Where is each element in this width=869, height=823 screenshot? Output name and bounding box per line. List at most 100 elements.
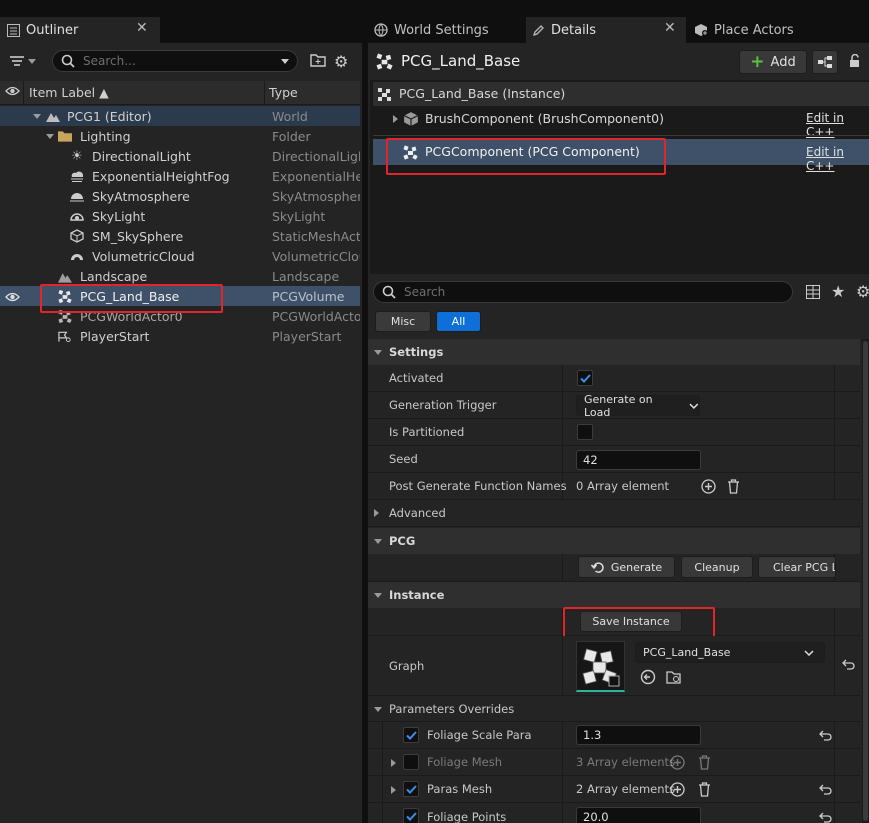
- tree-item-type: SkyLight: [272, 208, 326, 224]
- section-instance[interactable]: Instance: [368, 582, 860, 608]
- reset-to-default-icon[interactable]: [819, 784, 832, 799]
- search-history-chevron-icon[interactable]: [281, 59, 289, 64]
- foliage-points-input[interactable]: 20.0: [576, 807, 701, 823]
- prop-advanced[interactable]: Advanced: [368, 500, 860, 527]
- tree-row-playerstart[interactable]: PlayerStart PlayerStart: [0, 326, 360, 346]
- chevron-down-icon: [28, 58, 36, 64]
- tree-item-type: StaticMeshActor: [272, 228, 360, 244]
- directional-light-icon: ☀: [71, 148, 83, 164]
- tree-item-type: VolumetricCloud: [272, 248, 360, 264]
- section-pcg[interactable]: PCG: [368, 528, 860, 554]
- tree-row-lighting[interactable]: Lighting Folder: [0, 126, 360, 146]
- expand-arrow-icon[interactable]: [374, 509, 379, 517]
- override-checkbox[interactable]: [403, 727, 419, 743]
- collapse-arrow-icon[interactable]: [374, 593, 382, 598]
- add-component-button[interactable]: + Add: [739, 50, 807, 74]
- expand-arrow-icon[interactable]: [33, 114, 41, 119]
- tab-place-actors[interactable]: Place Actors: [688, 17, 869, 43]
- use-selected-asset-icon[interactable]: [640, 669, 656, 688]
- tab-details[interactable]: Details ✕: [526, 17, 686, 43]
- scrollbar-thumb[interactable]: [863, 341, 868, 821]
- trash-icon[interactable]: [698, 782, 711, 800]
- add-element-icon[interactable]: [670, 755, 685, 773]
- seed-input[interactable]: 42: [576, 450, 701, 470]
- filter-button[interactable]: [10, 52, 44, 70]
- expand-arrow-icon[interactable]: [391, 759, 396, 767]
- tab-world-settings[interactable]: World Settings: [368, 17, 524, 43]
- is-partitioned-checkbox[interactable]: [577, 424, 593, 440]
- array-count: 0 Array element: [576, 479, 670, 493]
- expand-arrow-icon[interactable]: [391, 786, 396, 794]
- component-row-brush[interactable]: BrushComponent (BrushComponent0) Edit in…: [373, 107, 869, 139]
- collapse-arrow-icon[interactable]: [374, 539, 382, 544]
- edit-in-cpp-link[interactable]: Edit in C++: [806, 145, 869, 173]
- settings-gear-icon[interactable]: ⚙: [856, 282, 869, 301]
- trash-icon[interactable]: [698, 755, 711, 773]
- generate-button[interactable]: Generate: [578, 556, 675, 578]
- browse-asset-icon[interactable]: [666, 669, 682, 688]
- prop-generation-trigger: Generation Trigger Generate on Load: [368, 392, 860, 419]
- outliner-search-input[interactable]: Search...: [52, 50, 298, 72]
- override-checkbox[interactable]: [403, 754, 419, 770]
- component-row-instance[interactable]: PCG_Land_Base (Instance): [373, 82, 869, 106]
- cleanup-button[interactable]: Cleanup: [681, 556, 753, 578]
- search-icon: [61, 54, 75, 68]
- section-settings[interactable]: Settings: [368, 339, 860, 365]
- lock-icon[interactable]: [848, 53, 862, 71]
- tree-row-landscape[interactable]: Landscape Landscape: [0, 266, 360, 286]
- favorite-star-icon[interactable]: ★: [831, 282, 845, 301]
- settings-gear-icon[interactable]: ⚙: [334, 52, 348, 71]
- details-search-input[interactable]: Search: [373, 281, 793, 303]
- filter-all-button[interactable]: All: [436, 311, 481, 332]
- actor-name-title[interactable]: PCG_Land_Base: [401, 52, 520, 70]
- override-checkbox[interactable]: [403, 781, 419, 797]
- trash-icon[interactable]: [727, 479, 740, 497]
- section-title: Instance: [389, 588, 445, 602]
- tree-row-volumetriccloud[interactable]: VolumetricCloud VolumetricCloud: [0, 246, 360, 266]
- tree-row-directionallight[interactable]: ☀ DirectionalLight DirectionalLight: [0, 146, 360, 166]
- expand-arrow-icon[interactable]: [393, 115, 398, 123]
- visibility-eye-icon[interactable]: [5, 291, 20, 306]
- generation-trigger-dropdown[interactable]: Generate on Load: [576, 393, 700, 419]
- add-element-icon[interactable]: [701, 479, 716, 497]
- override-checkbox[interactable]: [403, 808, 419, 823]
- tree-row-skyatmosphere[interactable]: SkyAtmosphere SkyAtmosphere: [0, 186, 360, 206]
- tab-outliner[interactable]: Outliner ✕: [0, 17, 160, 43]
- collapse-arrow-icon[interactable]: [374, 707, 382, 712]
- section-parameters-overrides[interactable]: Parameters Overrides: [368, 696, 860, 722]
- cube-icon: [403, 111, 419, 130]
- reset-to-default-icon[interactable]: [842, 659, 855, 674]
- array-count: 3 Array elements: [576, 755, 676, 769]
- tree-row-skysphere[interactable]: SM_SkySphere StaticMeshActor: [0, 226, 360, 246]
- reset-to-default-icon[interactable]: [819, 812, 832, 823]
- tree-item-label: DirectionalLight: [92, 148, 191, 164]
- clear-pcg-link-button[interactable]: Clear PCG Li: [758, 556, 836, 578]
- reset-to-default-icon[interactable]: [819, 730, 832, 745]
- foliage-scale-input[interactable]: 1.3: [576, 725, 701, 745]
- filter-misc-button[interactable]: Misc: [375, 311, 431, 332]
- visibility-eye-icon[interactable]: [5, 85, 20, 100]
- tree-row-world[interactable]: PCG1 (Editor) World: [0, 106, 360, 126]
- add-element-icon[interactable]: [670, 782, 685, 800]
- tree-row-fog[interactable]: ExponentialHeightFog ExponentialHeightFo…: [0, 166, 360, 186]
- activated-checkbox[interactable]: [577, 370, 593, 386]
- tree-item-type: Folder: [272, 128, 311, 144]
- graph-asset-dropdown[interactable]: PCG_Land_Base: [635, 642, 825, 663]
- expand-arrow-icon[interactable]: [46, 134, 54, 139]
- graph-thumbnail[interactable]: [576, 641, 625, 692]
- outliner-column-header: Item Label ▲ Type: [0, 81, 360, 105]
- collapse-arrow-icon[interactable]: [374, 350, 382, 355]
- new-folder-icon[interactable]: [310, 53, 326, 70]
- static-mesh-icon: [70, 229, 84, 243]
- table-view-icon[interactable]: [806, 285, 820, 302]
- close-icon[interactable]: ✕: [136, 20, 148, 36]
- column-type[interactable]: Type: [269, 85, 298, 100]
- graph-value: PCG_Land_Base: [643, 646, 731, 659]
- details-scrollbar[interactable]: [862, 339, 869, 823]
- tree-item-type: ExponentialHeightFog: [272, 168, 360, 184]
- landscape-icon: [58, 269, 72, 283]
- column-item-label[interactable]: Item Label ▲: [29, 85, 109, 100]
- tree-row-skylight[interactable]: SkyLight SkyLight: [0, 206, 360, 226]
- blueprint-button[interactable]: [812, 50, 838, 74]
- close-icon[interactable]: ✕: [664, 20, 676, 36]
